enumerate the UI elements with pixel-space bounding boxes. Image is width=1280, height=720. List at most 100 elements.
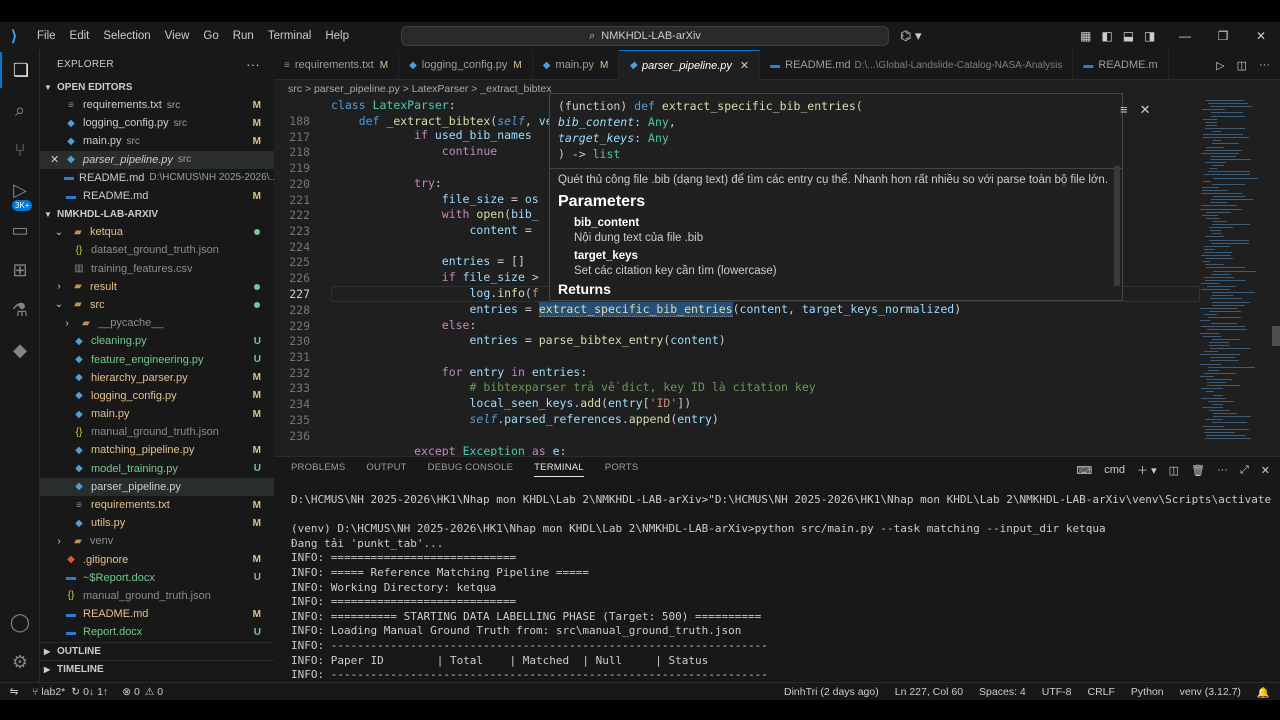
toggle-sidebar-icon[interactable]: ◧ <box>1101 29 1112 43</box>
tree-file[interactable]: ◆ matching_pipeline.py M <box>40 441 274 459</box>
indentation[interactable]: Spaces: 4 <box>979 686 1026 698</box>
search-view-icon[interactable]: ⌕ <box>0 92 40 128</box>
close-window-icon[interactable]: ✕ <box>1242 29 1280 43</box>
line-endings[interactable]: CRLF <box>1088 686 1115 698</box>
run-debug-icon[interactable]: ▷ <box>0 172 40 208</box>
tab-readme[interactable]: ▬ README.m <box>1073 50 1169 80</box>
menu-go[interactable]: Go <box>196 22 225 50</box>
close-icon[interactable]: ✕ <box>1140 102 1151 118</box>
outline-section[interactable]: ▶ OUTLINE <box>40 642 274 660</box>
more-actions-icon[interactable]: ··· <box>1217 464 1228 476</box>
tree-file[interactable]: ◆ model_training.py U <box>40 460 274 478</box>
tree-file[interactable]: ◆ cleaning.py U <box>40 332 274 350</box>
git-blame[interactable]: DinhTri (2 days ago) <box>784 686 879 698</box>
tab-readme-external[interactable]: ▬ README.md D:\...\Global-Landslide-Catalo… <box>760 50 1074 80</box>
copilot-icon[interactable]: ⌬ ▾ <box>900 22 922 50</box>
notifications-icon[interactable]: 🔔 <box>1257 686 1270 699</box>
source-control-icon[interactable]: ⑂ <box>0 132 40 168</box>
open-editor-item[interactable]: ◆ logging_config.py src M <box>40 114 274 132</box>
tree-file[interactable]: {} manual_ground_truth.json <box>40 423 274 441</box>
menu-run[interactable]: Run <box>226 22 261 50</box>
tree-folder[interactable]: › ▰ venv <box>40 532 274 550</box>
testing-icon[interactable]: ⚗ <box>0 292 40 328</box>
tree-file[interactable]: ≡ requirements.txt M <box>40 496 274 514</box>
shell-name[interactable]: cmd <box>1104 464 1125 476</box>
customize-layout-icon[interactable]: ▦ <box>1080 29 1091 43</box>
extensions-icon[interactable]: ⊞ <box>0 252 40 288</box>
git-branch[interactable]: lab2* <box>41 686 65 698</box>
menu-terminal[interactable]: Terminal <box>261 22 318 50</box>
tree-file[interactable]: ◆ .gitignore M <box>40 551 274 569</box>
tree-folder[interactable]: › ▰ result <box>40 278 274 296</box>
toggle-secondary-sidebar-icon[interactable]: ◨ <box>1144 29 1155 43</box>
tab-parser-pipeline[interactable]: ◆ parser_pipeline.py ✕ <box>619 50 761 80</box>
tree-file[interactable]: ▬ README.md M <box>40 605 274 623</box>
tab-terminal[interactable]: TERMINAL <box>534 462 584 477</box>
open-editor-item[interactable]: ◆ main.py src M <box>40 132 274 150</box>
tab-debug-console[interactable]: DEBUG CONSOLE <box>428 462 513 477</box>
tree-file-selected[interactable]: ◆ parser_pipeline.py <box>40 477 274 496</box>
minimap[interactable] <box>1194 98 1274 456</box>
open-editor-item[interactable]: ▬ README.md M <box>40 187 274 205</box>
tree-file[interactable]: ▬ ~$Report.docx U <box>40 569 274 587</box>
menu-view[interactable]: View <box>158 22 197 50</box>
tree-file[interactable]: {} dataset_ground_truth.json <box>40 241 274 259</box>
tree-folder[interactable]: ⌄ ▰ src <box>40 296 274 314</box>
open-editor-item[interactable]: ▬ README.md D:\HCMUS\NH 2025-2026\... <box>40 169 274 187</box>
remote-explorer-icon[interactable]: ▭ <box>0 212 40 248</box>
toggle-panel-icon[interactable]: ⬓ <box>1123 29 1134 43</box>
more-actions-icon[interactable]: ··· <box>1259 59 1270 71</box>
tooltip-scrollbar[interactable] <box>1114 166 1120 286</box>
terminal-output[interactable]: D:\HCMUS\NH 2025-2026\HK1\Nhap mon KHDL\… <box>291 493 1271 683</box>
warning-count[interactable]: 0 <box>157 686 163 698</box>
run-icon[interactable]: ▷ <box>1216 59 1224 72</box>
tree-folder[interactable]: ⌄ ▰ ketqua <box>40 223 274 241</box>
open-editors-section[interactable]: ▼ OPEN EDITORS <box>40 78 274 96</box>
tab-output[interactable]: OUTPUT <box>366 462 406 477</box>
tree-file[interactable]: {} manual_ground_truth.json <box>40 587 274 605</box>
tree-file[interactable]: ◆ main.py M <box>40 405 274 423</box>
python-interpreter[interactable]: venv (3.12.7) <box>1180 686 1241 698</box>
menu-selection[interactable]: Selection <box>96 22 157 50</box>
tree-file[interactable]: ◆ logging_config.py M <box>40 387 274 405</box>
gear-icon[interactable]: ⚙ <box>0 644 40 680</box>
tree-file[interactable]: ◆ feature_engineering.py U <box>40 350 274 368</box>
project-section[interactable]: ▼ NMKHDL-LAB-ARXIV <box>40 205 274 223</box>
tree-file[interactable]: ▥ training_features.csv <box>40 260 274 278</box>
language-mode[interactable]: Python <box>1131 686 1164 698</box>
cursor-position[interactable]: Ln 227, Col 60 <box>895 686 963 698</box>
menu-help[interactable]: Help <box>318 22 356 50</box>
explorer-icon[interactable]: ❏ <box>0 52 40 88</box>
toggle-replace-icon[interactable]: ≡ <box>1120 102 1128 118</box>
close-tab-icon[interactable]: ✕ <box>740 59 749 72</box>
command-center-search[interactable]: ⌕ NMKHDL-LAB-arXiv <box>401 26 889 46</box>
split-editor-icon[interactable]: ◫ <box>1237 59 1247 72</box>
restore-icon[interactable]: ❐ <box>1204 29 1242 43</box>
minimize-icon[interactable]: — <box>1166 29 1204 43</box>
timeline-section[interactable]: ▶ TIMELINE <box>40 660 274 678</box>
menu-edit[interactable]: Edit <box>63 22 97 50</box>
tab-problems[interactable]: PROBLEMS <box>291 462 345 477</box>
remote-indicator-icon[interactable]: ⇋ <box>0 686 28 698</box>
error-count[interactable]: 0 <box>134 686 140 698</box>
split-terminal-icon[interactable]: ◫ <box>1169 464 1179 477</box>
tree-file[interactable]: ◆ hierarchy_parser.py M <box>40 369 274 387</box>
close-panel-icon[interactable]: ✕ <box>1261 464 1270 477</box>
editor-scrollbar[interactable] <box>1272 326 1280 346</box>
encoding[interactable]: UTF-8 <box>1042 686 1072 698</box>
tree-file[interactable]: ▬ Report.docx U <box>40 623 274 641</box>
tree-file[interactable]: ◆ utils.py M <box>40 514 274 532</box>
more-actions-icon[interactable]: ··· <box>246 57 260 72</box>
tab-requirements[interactable]: ≡ requirements.txt M <box>274 50 400 80</box>
open-editor-item-active[interactable]: ✕ ◆ parser_pipeline.py src <box>40 150 274 169</box>
account-icon[interactable]: ◯ <box>0 604 40 640</box>
menu-file[interactable]: File <box>30 22 63 50</box>
new-terminal-icon[interactable]: ＋ ▾ <box>1137 462 1157 478</box>
tab-ports[interactable]: PORTS <box>605 462 639 477</box>
open-editor-item[interactable]: ≡ requirements.txt src M <box>40 96 274 114</box>
trash-icon[interactable]: 🗑 <box>1191 464 1205 477</box>
tab-logging-config[interactable]: ◆ logging_config.py M <box>399 50 533 80</box>
close-icon[interactable]: ✕ <box>50 153 64 166</box>
python-icon[interactable]: ◆ <box>0 332 40 368</box>
maximize-panel-icon[interactable]: ⤢ <box>1240 464 1249 477</box>
